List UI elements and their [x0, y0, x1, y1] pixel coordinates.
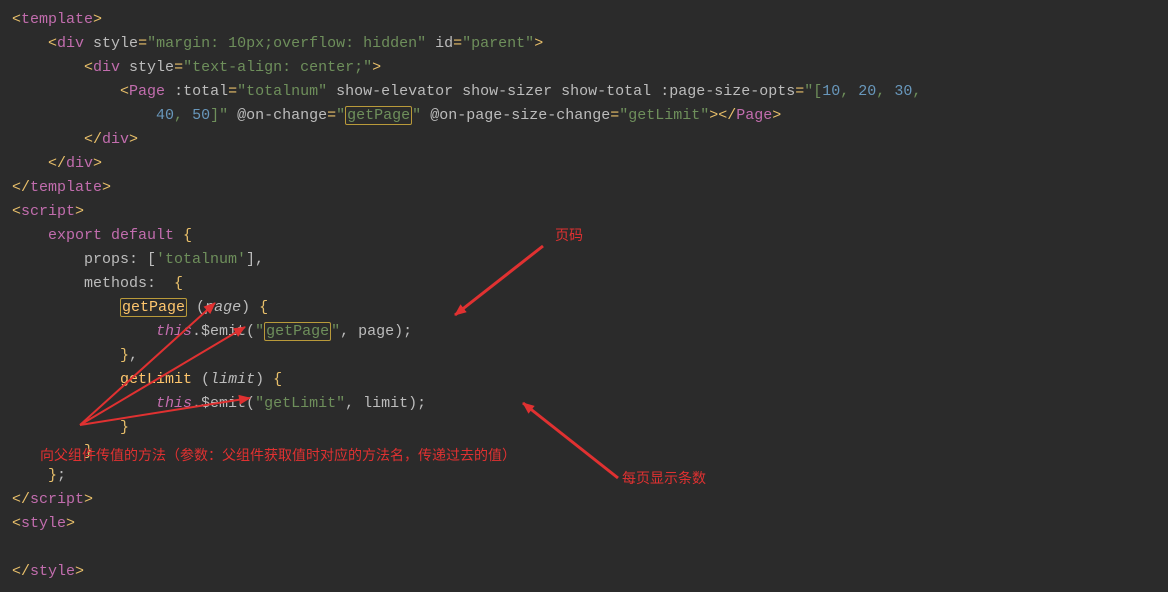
- code-editor[interactable]: <template> <div style="margin: 10px;over…: [0, 0, 1168, 592]
